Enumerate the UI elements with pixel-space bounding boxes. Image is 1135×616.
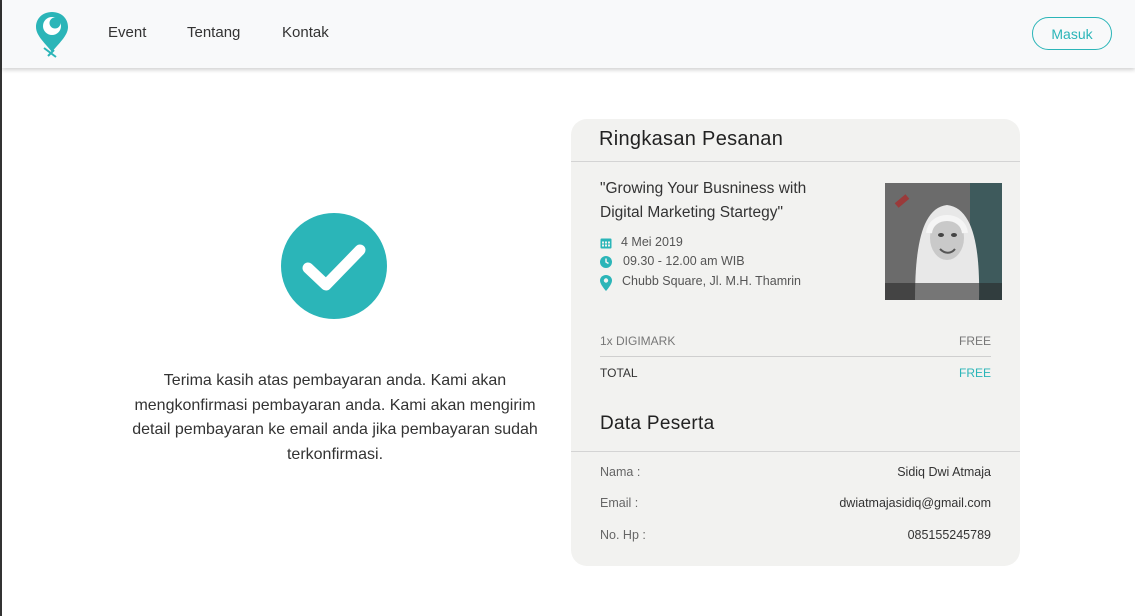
participant-phone-label: No. Hp : — [600, 528, 646, 542]
confirmation-message: Terima kasih atas pembayaran anda. Kami … — [132, 372, 538, 463]
nav-link-event[interactable]: Event — [108, 24, 146, 41]
price-divider — [600, 356, 991, 357]
order-summary-title: Ringkasan Pesanan — [599, 128, 784, 150]
navbar: Event Tentang Kontak Masuk — [2, 0, 1135, 68]
ticket-label: 1x DIGIMARK — [600, 334, 676, 348]
total-price: FREE — [958, 366, 991, 380]
participant-title: Data Peserta — [600, 413, 715, 434]
event-title: "Growing Your Busniness with Digital Mar… — [600, 180, 807, 221]
location-pin-icon — [600, 275, 612, 291]
participant-phone-value: 085155245789 — [907, 528, 991, 542]
divider — [571, 451, 1020, 452]
login-button[interactable]: Masuk — [1032, 17, 1112, 50]
event-time-text: 09.30 - 12.00 am WIB — [623, 254, 745, 268]
event-date-text: 4 Mei 2019 — [621, 235, 683, 249]
nav-link-tentang[interactable]: Tentang — [187, 24, 240, 41]
calendar-icon — [600, 238, 612, 249]
divider — [571, 161, 1020, 162]
total-label: TOTAL — [600, 366, 638, 380]
participant-name-label: Nama : — [600, 465, 641, 479]
clock-icon — [600, 256, 612, 268]
order-summary-card: Ringkasan Pesanan "Growing Your Busnines… — [571, 119, 1020, 566]
success-check-icon — [281, 213, 387, 319]
participant-email-value: dwiatmajasidiq@gmail.com — [839, 496, 991, 510]
participant-name-value: Sidiq Dwi Atmaja — [897, 465, 991, 479]
ticket-price: FREE — [958, 334, 991, 348]
event-image — [885, 183, 1002, 300]
location-logo-icon[interactable] — [34, 10, 70, 58]
event-portrait-image — [885, 183, 1002, 300]
nav-link-kontak[interactable]: Kontak — [282, 24, 329, 41]
participant-email-label: Email : — [600, 496, 639, 510]
event-location-text: Chubb Square, Jl. M.H. Thamrin — [622, 274, 802, 288]
